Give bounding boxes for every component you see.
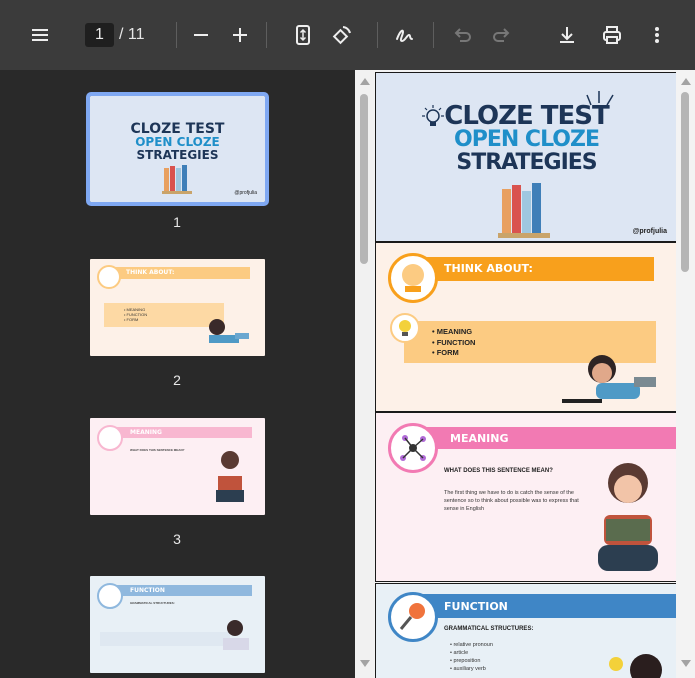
fit-page-icon[interactable]: [288, 20, 318, 50]
thumb-subtitle: GRAMMATICAL STRUCTURES:: [130, 601, 175, 605]
thumbnail-page-4[interactable]: FUNCTION GRAMMATICAL STRUCTURES:: [90, 576, 265, 673]
thumbnail-number: 2: [173, 372, 181, 388]
girl-lying-illustration: [562, 355, 656, 403]
more-icon[interactable]: [642, 20, 672, 50]
author-handle: @profjulia: [632, 228, 667, 235]
menu-icon[interactable]: [25, 20, 55, 50]
divider: [266, 22, 267, 48]
viewer-scrollbar[interactable]: [676, 70, 695, 678]
scroll-thumb[interactable]: [360, 94, 368, 264]
thumbnail-page-2[interactable]: THINK ABOUT: • MEANING • FUNCTION • FORM: [90, 259, 265, 356]
thumbnail-sidebar: CLOZE TEST OPEN CLOZE STRATEGIES @profju…: [0, 70, 355, 678]
thumbnail-number: 1: [173, 214, 181, 230]
rotate-icon[interactable]: [327, 20, 357, 50]
bullet-list: • MEANING • FUNCTION • FORM: [432, 327, 476, 357]
divider: [176, 22, 177, 48]
page-number-input[interactable]: 1: [85, 23, 114, 47]
thumbnail-page-1[interactable]: CLOZE TEST OPEN CLOZE STRATEGIES @profju…: [86, 92, 269, 206]
thumb-title-line1: CLOZE TEST: [130, 121, 225, 137]
divider: [377, 22, 378, 48]
pdf-toolbar: 1 / 11: [0, 0, 695, 70]
thumbnail-number: 3: [173, 531, 181, 547]
undo-icon[interactable]: [447, 20, 477, 50]
slide-subtitle: GRAMMATICAL STRUCTURES:: [444, 626, 534, 632]
zoom-in-icon[interactable]: [225, 20, 255, 50]
books-illustration: [162, 165, 192, 194]
scroll-up-arrow[interactable]: [360, 78, 370, 85]
title-line2: OPEN CLOZE: [454, 127, 600, 152]
crystal-ball-icon: [388, 253, 438, 303]
redo-icon[interactable]: [487, 20, 517, 50]
download-icon[interactable]: [552, 20, 582, 50]
student-illustration: [223, 620, 249, 650]
thumb-bullets: • MEANING • FUNCTION • FORM: [124, 307, 148, 322]
thumb-title-line3: STRATEGIES: [136, 148, 219, 162]
slide-question: WHAT DOES THIS SENTENCE MEAN?: [444, 468, 553, 474]
document-viewer[interactable]: CLOZE TEST OPEN CLOZE STRATEGIES @profju…: [355, 70, 695, 678]
zoom-out-icon[interactable]: [186, 20, 216, 50]
page-3: MEANING WHAT DOES THIS SENTENCE MEAN? Th…: [375, 412, 678, 582]
student-illustration: [609, 654, 662, 678]
scroll-up-arrow[interactable]: [681, 78, 691, 85]
scroll-thumb[interactable]: [681, 92, 689, 272]
lightbulb-icon: [390, 313, 420, 343]
bullet-list: • relative pronoun • article • preposition…: [450, 642, 493, 672]
page-4: FUNCTION GRAMMATICAL STRUCTURES: • relat…: [375, 583, 678, 678]
divider: [433, 22, 434, 48]
thumbnail-page-3[interactable]: MEANING WHAT DOES THIS SENTENCE MEAN?: [90, 418, 265, 515]
sidebar-scrollbar[interactable]: [355, 70, 374, 678]
title-line1: CLOZE TEST: [444, 101, 609, 131]
pushpin-icon: [388, 592, 438, 642]
thumb-question: WHAT DOES THIS SENTENCE MEAN?: [130, 448, 185, 452]
girl-illustration: [209, 319, 249, 343]
slide-title: THINK ABOUT:: [444, 262, 533, 275]
thumb-title: FUNCTION: [130, 587, 165, 594]
thumb-title: THINK ABOUT:: [126, 269, 175, 276]
reading-girl-illustration: [598, 463, 658, 571]
slide-title: MEANING: [450, 432, 509, 445]
page-1: CLOZE TEST OPEN CLOZE STRATEGIES @profju…: [375, 72, 678, 242]
books-illustration: [498, 183, 550, 238]
title-line3: STRATEGIES: [456, 150, 597, 175]
scroll-down-arrow[interactable]: [360, 660, 370, 667]
page-2: THINK ABOUT: • MEANING • FUNCTION • FORM: [375, 242, 678, 412]
annotate-icon[interactable]: [390, 20, 420, 50]
slide-body: The first thing we have to do is catch t…: [444, 490, 579, 512]
reading-girl-illustration: [216, 451, 244, 502]
print-icon[interactable]: [597, 20, 627, 50]
thumb-title-line2: OPEN CLOZE: [135, 135, 220, 149]
network-icon: [388, 423, 438, 473]
slide-title: FUNCTION: [444, 600, 508, 613]
thumb-title: MEANING: [130, 429, 162, 436]
scroll-down-arrow[interactable]: [681, 660, 691, 667]
thumb-handle: @profjulia: [234, 190, 257, 196]
page-total: / 11: [119, 26, 145, 43]
